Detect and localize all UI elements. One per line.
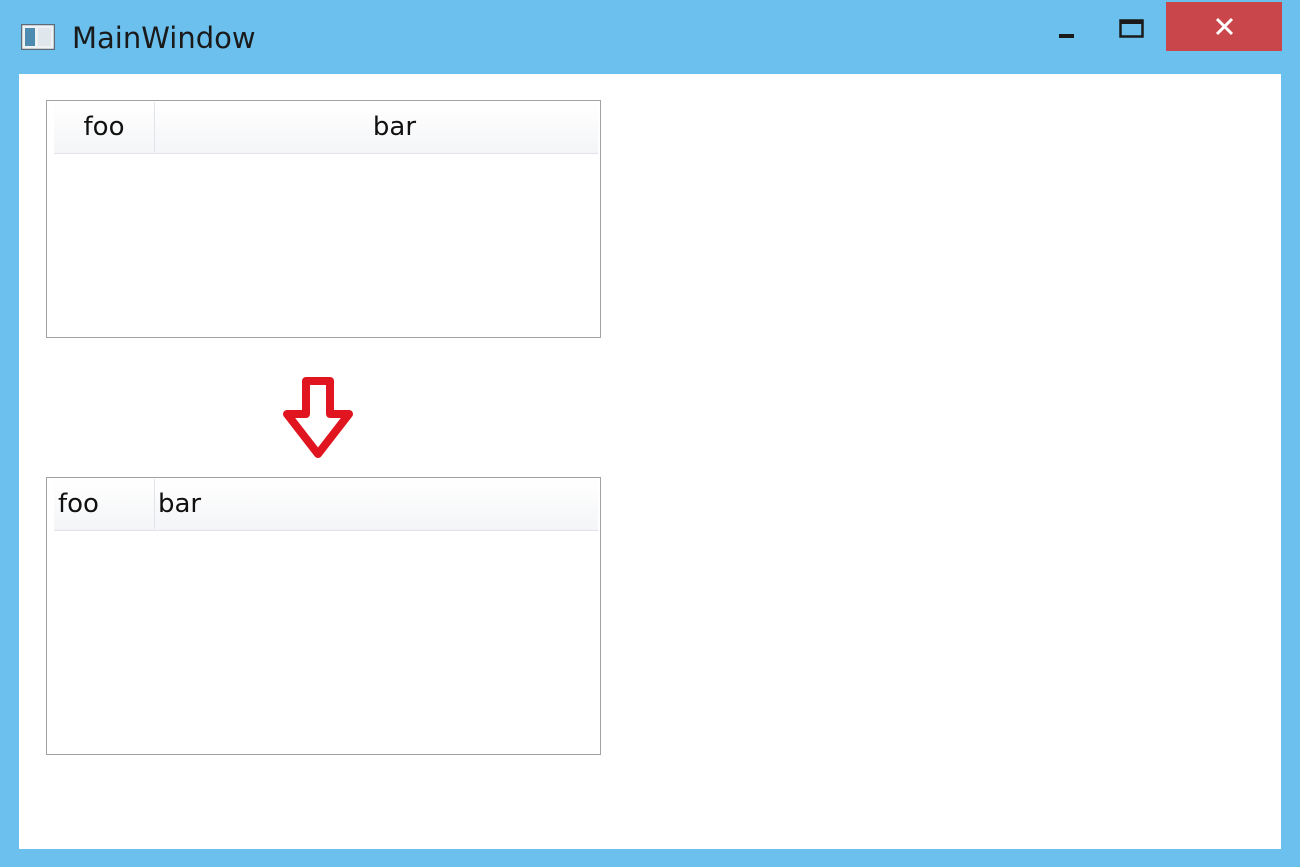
listview-header: foo bar	[54, 479, 598, 531]
column-header-bar[interactable]: bar	[155, 479, 598, 529]
listview-centered-headers[interactable]: foo bar	[46, 100, 601, 338]
close-button[interactable]	[1166, 2, 1282, 51]
window-title: MainWindow	[72, 21, 256, 55]
down-arrow-icon	[281, 376, 355, 460]
column-header-bar[interactable]: bar	[155, 102, 598, 152]
maximize-icon	[1119, 19, 1144, 38]
listview-header: foo bar	[54, 102, 598, 154]
column-header-foo[interactable]: foo	[54, 102, 155, 152]
client-area: foo bar foo bar	[19, 74, 1281, 849]
minimize-icon	[1059, 34, 1074, 38]
column-header-foo[interactable]: foo	[54, 479, 155, 529]
close-icon	[1215, 17, 1234, 36]
maximize-button[interactable]	[1100, 2, 1162, 51]
app-icon	[20, 23, 56, 51]
title-bar[interactable]: MainWindow	[0, 0, 1300, 74]
main-window: MainWindow foo bar foo bar	[0, 0, 1300, 867]
minimize-button[interactable]	[1035, 2, 1097, 51]
listview-left-headers[interactable]: foo bar	[46, 477, 601, 755]
